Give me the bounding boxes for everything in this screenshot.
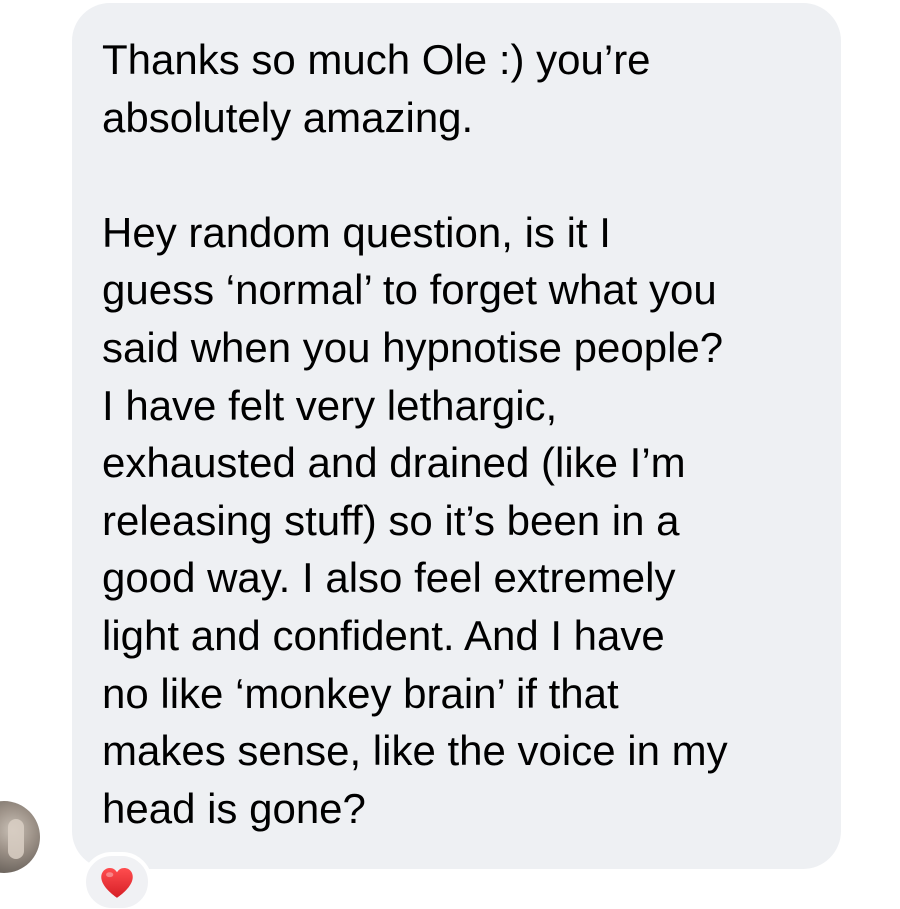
heart-icon: [101, 867, 133, 898]
chat-thread: Thanks so much Ole :) you’re absolutely …: [0, 0, 900, 909]
message-bubble[interactable]: Thanks so much Ole :) you’re absolutely …: [72, 3, 841, 869]
reaction-badge[interactable]: [82, 852, 152, 909]
avatar[interactable]: [0, 801, 40, 873]
avatar-photo-figure: [8, 819, 24, 859]
message-text: Thanks so much Ole :) you’re absolutely …: [102, 36, 728, 832]
